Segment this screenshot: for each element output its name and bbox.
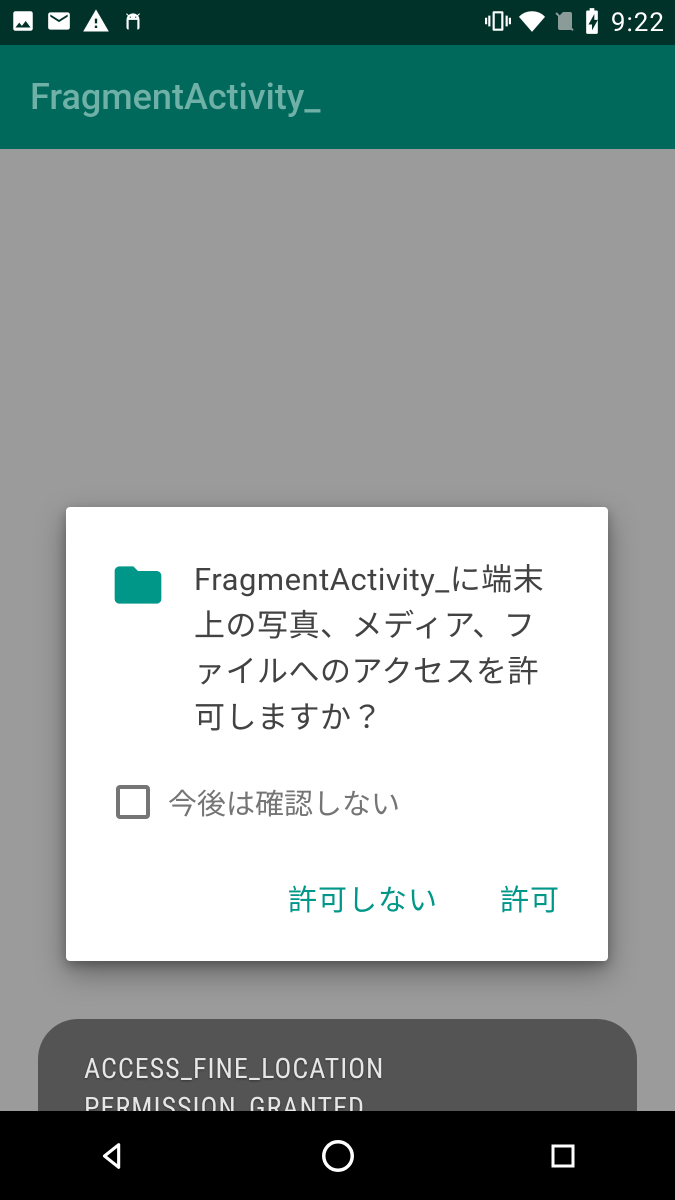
warning-icon — [82, 7, 110, 39]
wifi-icon — [517, 8, 547, 38]
status-bar: 9:22 — [0, 0, 675, 45]
navigation-bar — [0, 1111, 675, 1200]
allow-button[interactable]: 許可 — [500, 877, 560, 919]
status-time: 9:22 — [611, 8, 665, 38]
main-content: FragmentActivity_に端末上の写真、メディア、ファイルへのアクセス… — [0, 149, 675, 1111]
status-left — [10, 7, 146, 39]
battery-charging-icon — [583, 7, 601, 39]
dont-ask-row[interactable]: 今後は確認しない — [66, 741, 608, 823]
app-bar: FragmentActivity_ — [0, 45, 675, 149]
dont-ask-label: 今後は確認しない — [168, 781, 400, 823]
dialog-actions: 許可しない 許可 — [66, 823, 608, 961]
dont-ask-checkbox[interactable] — [116, 785, 150, 819]
image-icon — [10, 8, 36, 38]
status-right: 9:22 — [485, 7, 665, 39]
recents-button[interactable] — [503, 1141, 623, 1171]
folder-icon — [110, 557, 166, 741]
mail-icon — [46, 8, 72, 38]
permission-dialog: FragmentActivity_に端末上の写真、メディア、ファイルへのアクセス… — [66, 507, 608, 961]
back-button[interactable] — [53, 1139, 173, 1173]
deny-button[interactable]: 許可しない — [288, 877, 438, 919]
permission-message: FragmentActivity_に端末上の写真、メディア、ファイルへのアクセス… — [194, 557, 564, 741]
toast-line-1: ACCESS_FINE_LOCATION — [84, 1049, 591, 1088]
android-icon — [120, 8, 146, 38]
no-sim-icon — [553, 8, 577, 38]
home-button[interactable] — [278, 1137, 398, 1175]
vibrate-icon — [485, 8, 511, 38]
app-title: FragmentActivity_ — [30, 76, 321, 118]
